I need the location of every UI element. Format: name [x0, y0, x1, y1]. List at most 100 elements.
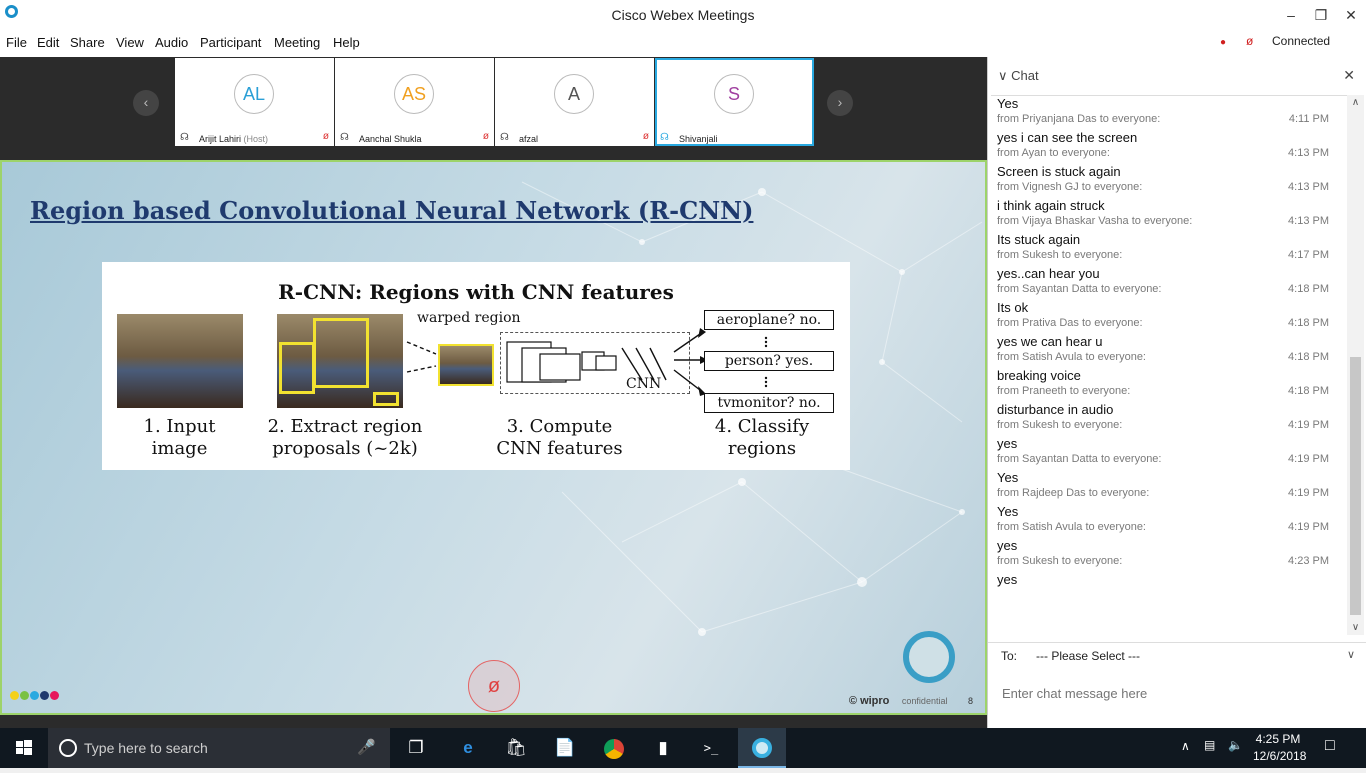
- shared-content: Region based Convolutional Neural Networ…: [0, 160, 987, 715]
- participant-tile-active[interactable]: S ☊ Shivanjali: [655, 58, 814, 146]
- slide-footer: © wipro confidential 8: [848, 695, 973, 707]
- chat-message: Yes: [997, 96, 1019, 111]
- chat-input[interactable]: [1002, 681, 1352, 705]
- recipient-dropdown[interactable]: --- Please Select ---: [1036, 649, 1140, 663]
- clock-date[interactable]: 12/6/2018: [1253, 749, 1306, 763]
- chat-panel: ∨ Chat ✕ Yes from Priyanjana Das to ever…: [987, 57, 1366, 728]
- terminal-icon[interactable]: >_: [698, 735, 724, 761]
- chevron-down-icon[interactable]: ∨: [1347, 648, 1355, 661]
- menu-share[interactable]: Share: [70, 35, 105, 50]
- tray-expand-icon[interactable]: ∧: [1181, 739, 1190, 753]
- chrome-icon[interactable]: [601, 735, 627, 761]
- wipro-dots-logo: [10, 687, 60, 705]
- output-person: person? yes.: [704, 351, 834, 371]
- chat-message: from Sayantan Datta to everyone: 4:19 PM …: [997, 453, 1329, 485]
- participant-tile[interactable]: A ☊ afzal ø: [495, 58, 654, 146]
- muted-mic-icon[interactable]: ø: [323, 131, 329, 142]
- notifications-icon[interactable]: □: [1325, 737, 1335, 755]
- step-3-label: 3. Compute CNN features: [496, 416, 623, 459]
- chat-header: ∨ Chat ✕: [988, 57, 1366, 95]
- minimize-button[interactable]: –: [1276, 4, 1306, 26]
- chat-message: from Vignesh GJ to everyone: 4:13 PM i th…: [997, 181, 1329, 213]
- headset-icon: ☊: [500, 132, 509, 143]
- step-2-label: 2. Extract region proposals (~2k): [267, 416, 423, 459]
- volume-icon[interactable]: 🔈: [1228, 738, 1243, 752]
- menu-file[interactable]: File: [6, 35, 27, 50]
- menu-audio[interactable]: Audio: [155, 35, 188, 50]
- participant-name: Arijit Lahiri (Host): [199, 134, 269, 144]
- scroll-up-icon[interactable]: ∧: [1347, 97, 1364, 108]
- participant-name: afzal: [519, 134, 539, 144]
- clock-time[interactable]: 4:25 PM: [1253, 732, 1303, 746]
- webex-taskbar-button[interactable]: [738, 728, 786, 768]
- to-label: To:: [1001, 649, 1018, 663]
- participant-tile[interactable]: AS ☊ Aanchal Shukla ø: [335, 58, 494, 146]
- chat-message: from Sukesh to everyone: 4:17 PM yes..can…: [997, 249, 1329, 281]
- chat-message: from Satish Avula to everyone: 4:18 PM br…: [997, 351, 1329, 383]
- recording-dot-icon: ●: [1220, 37, 1227, 48]
- start-button[interactable]: [0, 728, 48, 768]
- muted-mic-icon[interactable]: ø: [643, 131, 649, 142]
- file-icon[interactable]: 📄: [552, 735, 578, 761]
- restore-button[interactable]: ❐: [1306, 4, 1336, 26]
- menu-edit[interactable]: Edit: [37, 35, 59, 50]
- participant-name: Shivanjali: [679, 134, 718, 144]
- rcnn-figure: R-CNN: Regions with CNN features warped …: [102, 262, 850, 470]
- app-icon[interactable]: ▮: [650, 735, 676, 761]
- mute-button[interactable]: ø: [468, 660, 520, 712]
- slide-title: Region based Convolutional Neural Networ…: [30, 196, 754, 225]
- chat-message: from Priyanjana Das to everyone: 4:11 PM …: [997, 113, 1329, 145]
- search-placeholder: Type here to search: [84, 740, 208, 756]
- chat-message: from Sukesh to everyone: 4:23 PM yes: [997, 555, 1329, 587]
- store-icon[interactable]: 🛍: [503, 735, 529, 761]
- headset-icon: ☊: [340, 132, 349, 143]
- step-4-label: 4. Classify regions: [714, 416, 810, 459]
- windows-icon: [16, 740, 32, 755]
- chat-message: from Prativa Das to everyone: 4:18 PM yes…: [997, 317, 1329, 349]
- chat-message: from Praneeth to everyone: 4:18 PM distur…: [997, 385, 1329, 417]
- task-view-icon[interactable]: ❐: [403, 735, 429, 761]
- muted-mic-icon[interactable]: ø: [483, 131, 489, 142]
- avatar: AL: [234, 74, 274, 114]
- participant-tile[interactable]: AL ☊ Arijit Lahiri (Host) ø: [175, 58, 334, 146]
- lower-bar: [0, 715, 987, 728]
- muted-mic-icon[interactable]: ø: [1246, 34, 1253, 48]
- menu-view[interactable]: View: [116, 35, 144, 50]
- scroll-down-icon[interactable]: ∨: [1347, 622, 1364, 633]
- next-participants-button[interactable]: ›: [827, 90, 853, 116]
- window-title: Cisco Webex Meetings: [611, 7, 755, 23]
- chat-message: from Satish Avula to everyone: 4:19 PM ye…: [997, 521, 1329, 553]
- webex-badge-icon: [903, 631, 955, 683]
- chat-title[interactable]: ∨ Chat: [998, 68, 1039, 84]
- avatar: S: [714, 74, 754, 114]
- title-bar: Cisco Webex Meetings – ❐ ✕: [0, 0, 1366, 30]
- webex-icon: [752, 738, 772, 758]
- chat-message: from Ayan to everyone: 4:13 PM Screen is …: [997, 147, 1329, 179]
- menu-help[interactable]: Help: [333, 35, 360, 50]
- headset-icon: ☊: [660, 132, 669, 143]
- network-icon[interactable]: ▤: [1204, 738, 1215, 752]
- cortana-icon: [59, 739, 77, 757]
- recipient-select[interactable]: To: --- Please Select --- ∨: [988, 642, 1366, 668]
- close-chat-icon[interactable]: ✕: [1343, 67, 1355, 84]
- microphone-icon[interactable]: 🎤: [357, 738, 376, 756]
- menu-meeting[interactable]: Meeting: [274, 35, 320, 50]
- chat-messages[interactable]: Yes from Priyanjana Das to everyone: 4:11…: [991, 95, 1349, 635]
- avatar: AS: [394, 74, 434, 114]
- edge-browser-icon[interactable]: e: [455, 735, 481, 761]
- taskbar: Type here to search 🎤 ❐ e 🛍 📄 ▮ >_ ∧ ▤ 🔈…: [0, 728, 1366, 768]
- chat-message: from Sayantan Datta to everyone: 4:18 PM …: [997, 283, 1329, 315]
- menu-bar: File Edit Share View Audio Participant M…: [0, 30, 1366, 57]
- step-1-label: 1. Input image: [143, 416, 216, 459]
- chat-scrollbar[interactable]: ∧ ∨: [1347, 95, 1364, 635]
- headset-icon: ☊: [180, 132, 189, 143]
- chat-message: from Sukesh to everyone: 4:19 PM yes: [997, 419, 1329, 451]
- menu-participant[interactable]: Participant: [200, 35, 261, 50]
- scrollbar-thumb[interactable]: [1350, 357, 1361, 615]
- taskbar-search[interactable]: Type here to search 🎤: [48, 728, 390, 768]
- prev-participants-button[interactable]: ‹: [133, 90, 159, 116]
- close-window-button[interactable]: ✕: [1336, 4, 1366, 26]
- chat-message: from Rajdeep Das to everyone: 4:19 PM Yes: [997, 487, 1329, 519]
- output-tvmonitor: tvmonitor? no.: [704, 393, 834, 413]
- avatar: A: [554, 74, 594, 114]
